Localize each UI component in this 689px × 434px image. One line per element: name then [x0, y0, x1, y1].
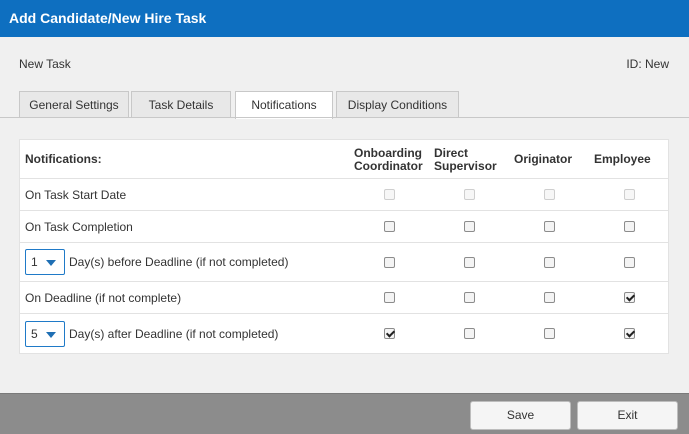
- checkbox-direct-supervisor[interactable]: [464, 256, 475, 268]
- task-name: New Task: [19, 57, 71, 71]
- days-after-value: 5: [31, 326, 38, 341]
- tab-divider: [0, 117, 689, 118]
- table-row: On Deadline (if not complete): [20, 282, 668, 314]
- tab-general-settings[interactable]: General Settings: [19, 91, 129, 118]
- row-label: On Task Start Date: [25, 187, 127, 202]
- header-onboarding-coordinator: Onboarding Coordinator: [354, 140, 423, 179]
- dialog-footer: Save Exit: [0, 393, 689, 434]
- days-before-select[interactable]: 1: [25, 249, 65, 275]
- checkbox-onboarding-coordinator[interactable]: [384, 189, 395, 200]
- checkbox-employee[interactable]: [624, 256, 635, 268]
- header-line: Coordinator: [354, 158, 423, 173]
- header-line: Onboarding: [354, 145, 422, 160]
- checkbox-direct-supervisor[interactable]: [464, 328, 475, 339]
- checkbox-originator[interactable]: [544, 292, 555, 303]
- row-label-with-select: 1 Day(s) before Deadline (if not complet…: [25, 243, 288, 281]
- days-before-value: 1: [31, 255, 38, 269]
- table-row: 5 Day(s) after Deadline (if not complete…: [20, 314, 668, 353]
- tab-task-details[interactable]: Task Details: [131, 91, 231, 118]
- checkbox-direct-supervisor[interactable]: [464, 292, 475, 303]
- dialog-body: New Task ID: New General Settings Task D…: [0, 37, 689, 393]
- chevron-down-icon: [46, 331, 56, 338]
- header-line: Direct: [434, 145, 469, 160]
- checkbox-onboarding-coordinator[interactable]: [384, 292, 395, 303]
- checkbox-employee[interactable]: [624, 221, 635, 232]
- checkbox-direct-supervisor[interactable]: [464, 221, 475, 232]
- exit-button[interactable]: Exit: [577, 401, 678, 430]
- row-label: Day(s) before Deadline (if not completed…: [69, 255, 289, 269]
- checkbox-originator[interactable]: [544, 221, 555, 232]
- row-label: Day(s) after Deadline (if not completed): [69, 326, 279, 341]
- row-label-with-select: 5 Day(s) after Deadline (if not complete…: [25, 314, 278, 353]
- table-row: On Task Completion: [20, 211, 668, 243]
- tab-display-conditions[interactable]: Display Conditions: [336, 91, 459, 118]
- chevron-down-icon: [46, 260, 56, 266]
- checkbox-onboarding-coordinator[interactable]: [384, 328, 395, 339]
- checkbox-employee[interactable]: [624, 292, 635, 303]
- header-notifications-label: Notifications:: [25, 152, 102, 166]
- table-header: Notifications: Onboarding Coordinator Dir…: [20, 140, 668, 179]
- header-direct-supervisor: Direct Supervisor: [434, 140, 497, 179]
- days-after-select[interactable]: 5: [25, 320, 65, 347]
- dialog-title: Add Candidate/New Hire Task: [0, 0, 689, 37]
- checkbox-originator[interactable]: [544, 256, 555, 268]
- header-line: Supervisor: [434, 158, 497, 173]
- task-id: ID: New: [626, 57, 669, 71]
- checkbox-originator[interactable]: [544, 189, 555, 200]
- checkbox-employee[interactable]: [624, 328, 635, 339]
- checkbox-direct-supervisor[interactable]: [464, 189, 475, 200]
- table-row: On Task Start Date: [20, 179, 668, 211]
- checkbox-onboarding-coordinator[interactable]: [384, 221, 395, 232]
- row-label: On Deadline (if not complete): [25, 290, 182, 305]
- checkbox-originator[interactable]: [544, 328, 555, 339]
- checkbox-employee[interactable]: [624, 189, 635, 200]
- header-employee: Employee: [594, 152, 651, 166]
- row-label: On Task Completion: [25, 219, 133, 234]
- save-button[interactable]: Save: [470, 401, 571, 430]
- table-row: 1 Day(s) before Deadline (if not complet…: [20, 243, 668, 282]
- header-originator: Originator: [514, 152, 573, 166]
- checkbox-onboarding-coordinator[interactable]: [384, 256, 395, 268]
- tab-notifications[interactable]: Notifications: [235, 91, 333, 119]
- notifications-table: Notifications: Onboarding Coordinator Dir…: [19, 139, 669, 354]
